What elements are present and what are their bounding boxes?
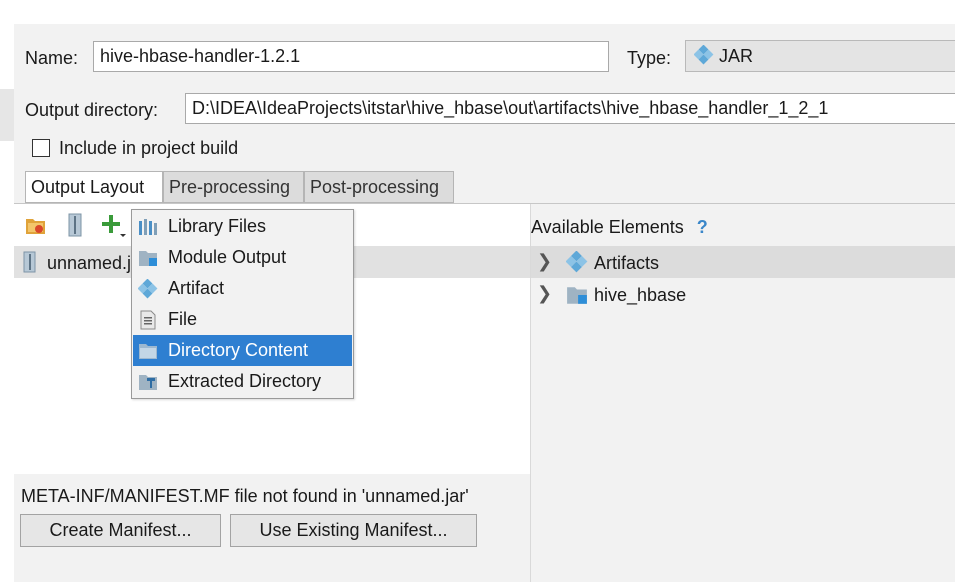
- library-icon: [139, 219, 157, 235]
- tab-post-processing[interactable]: Post-processing: [304, 171, 454, 203]
- menu-item-file[interactable]: File: [133, 304, 352, 335]
- output-directory-input[interactable]: D:\IDEA\IdeaProjects\itstar\hive_hbase\o…: [185, 93, 955, 124]
- name-label: Name:: [25, 48, 79, 68]
- menu-item-library-files[interactable]: Library Files: [133, 211, 352, 242]
- artifact-icon: [566, 251, 588, 273]
- archive-icon: [23, 251, 36, 273]
- available-item-module[interactable]: hive_hbase: [594, 283, 686, 307]
- type-label: Type:: [627, 48, 672, 68]
- file-icon: [140, 310, 156, 330]
- include-in-build-checkbox[interactable]: [32, 139, 50, 157]
- divider: [14, 203, 955, 204]
- menu-item-extracted-directory[interactable]: Extracted Directory: [133, 366, 352, 397]
- expand-chevron-icon[interactable]: ❯: [537, 251, 552, 272]
- tab-pre-processing[interactable]: Pre-processing: [163, 171, 304, 203]
- layout-toolbar: [22, 212, 132, 240]
- help-icon[interactable]: ?: [697, 217, 708, 237]
- module-folder-icon: [567, 287, 587, 304]
- available-elements-title: Available Elements ?: [531, 217, 708, 237]
- name-input[interactable]: hive-hbase-handler-1.2.1: [93, 41, 609, 72]
- extracted-directory-icon: [139, 375, 157, 390]
- create-manifest-button[interactable]: Create Manifest...: [20, 514, 221, 547]
- menu-item-directory-content[interactable]: Directory Content: [133, 335, 352, 366]
- menu-item-module-output[interactable]: Module Output: [133, 242, 352, 273]
- manifest-message: META-INF/MANIFEST.MF file not found in '…: [21, 486, 469, 506]
- add-element-popup-menu: Library Files Module Output Artifact Fil…: [131, 209, 354, 399]
- archive-icon[interactable]: [64, 212, 86, 238]
- output-directory-label: Output directory:: [25, 100, 159, 120]
- tab-output-layout[interactable]: Output Layout: [25, 171, 163, 203]
- menu-item-artifact[interactable]: Artifact: [133, 273, 352, 304]
- type-value: JAR: [719, 46, 754, 66]
- expand-chevron-icon[interactable]: ❯: [537, 283, 552, 304]
- artifact-icon: [138, 279, 158, 299]
- directory-icon: [139, 344, 157, 359]
- use-existing-manifest-button[interactable]: Use Existing Manifest...: [230, 514, 477, 547]
- add-icon[interactable]: [100, 212, 128, 240]
- available-item-artifacts[interactable]: Artifacts: [594, 251, 659, 275]
- module-output-icon: [139, 251, 157, 266]
- type-dropdown[interactable]: JAR: [685, 40, 955, 72]
- artifact-icon: [694, 45, 714, 65]
- left-strip: [0, 24, 14, 582]
- directory-icon[interactable]: [24, 214, 48, 238]
- include-in-build-label: Include in project build: [59, 138, 239, 158]
